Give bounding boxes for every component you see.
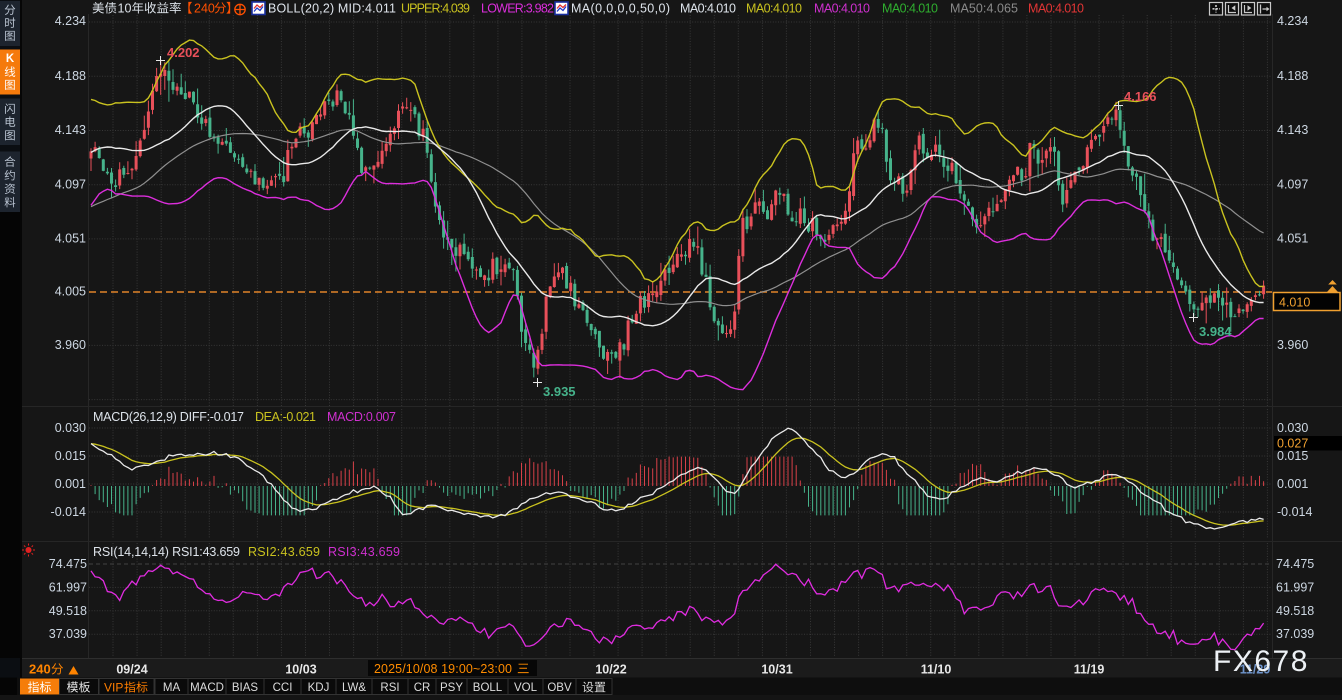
svg-text:KDJ: KDJ [308, 682, 330, 694]
svg-text:10/22: 10/22 [595, 663, 626, 677]
svg-text:4.143: 4.143 [55, 123, 86, 137]
svg-text:0.015: 0.015 [55, 449, 86, 463]
svg-text:RSI3:43.659: RSI3:43.659 [328, 545, 400, 559]
svg-text:MA0:4.010: MA0:4.010 [746, 2, 802, 16]
svg-text:2025/10/08 19:00~23:00: 2025/10/08 19:00~23:00 [374, 662, 512, 676]
svg-text:MACD:0.007: MACD:0.007 [327, 410, 396, 424]
svg-text:PSY: PSY [440, 682, 463, 694]
svg-text:LW&: LW& [342, 682, 366, 694]
svg-text:RSI2:43.659: RSI2:43.659 [248, 545, 320, 559]
svg-text:MA(0,0,0,0,50,0): MA(0,0,0,0,50,0) [571, 2, 670, 16]
svg-text:49.518: 49.518 [1276, 604, 1314, 618]
svg-text:MA0:4.010: MA0:4.010 [882, 2, 938, 16]
svg-text:K: K [6, 53, 15, 65]
svg-text:3.984: 3.984 [1199, 324, 1232, 339]
svg-text:MA50:4.065: MA50:4.065 [950, 2, 1018, 16]
svg-text:UPPER:4.039: UPPER:4.039 [401, 2, 470, 16]
svg-text:MA0:4.010: MA0:4.010 [680, 2, 736, 16]
svg-text:4.234: 4.234 [55, 14, 86, 28]
svg-text:11/19: 11/19 [1074, 663, 1105, 677]
svg-text:LOWER:3.982: LOWER:3.982 [481, 2, 554, 16]
svg-text:3.960: 3.960 [1277, 338, 1308, 352]
svg-text:10: 10 [118, 2, 132, 16]
svg-text:4.188: 4.188 [1277, 69, 1308, 83]
svg-text:VIP: VIP [104, 681, 123, 695]
svg-text:4.097: 4.097 [55, 177, 86, 191]
svg-text:240: 240 [29, 662, 51, 677]
svg-text:61.997: 61.997 [49, 580, 87, 594]
svg-text:BOLL(20,2) MID:4.011: BOLL(20,2) MID:4.011 [268, 2, 396, 16]
svg-text:4.051: 4.051 [1277, 232, 1308, 246]
svg-text:-0.014: -0.014 [51, 505, 86, 519]
svg-text:4.166: 4.166 [1124, 89, 1157, 104]
svg-text:3.935: 3.935 [543, 384, 576, 399]
svg-text:4.143: 4.143 [1277, 123, 1308, 137]
svg-text:0.030: 0.030 [1277, 421, 1308, 435]
svg-text:RSI: RSI [380, 682, 399, 694]
svg-text:240: 240 [194, 2, 215, 16]
svg-text:3.960: 3.960 [55, 338, 86, 352]
svg-text:DEA:-0.021: DEA:-0.021 [255, 410, 316, 424]
svg-text:4.234: 4.234 [1277, 14, 1308, 28]
svg-text:BIAS: BIAS [232, 682, 259, 694]
svg-text:0.015: 0.015 [1277, 449, 1308, 463]
svg-text:-0.014: -0.014 [1277, 505, 1312, 519]
svg-text:4.010: 4.010 [1279, 296, 1310, 310]
svg-text:0.001: 0.001 [1277, 477, 1308, 491]
svg-text:CCI: CCI [273, 682, 293, 694]
svg-text:37.039: 37.039 [49, 627, 87, 641]
svg-text:4.188: 4.188 [55, 69, 86, 83]
svg-text:4.097: 4.097 [1277, 177, 1308, 191]
svg-text:4.202: 4.202 [167, 45, 200, 60]
svg-text:10/03: 10/03 [285, 663, 316, 677]
svg-text:0.027: 0.027 [1277, 437, 1308, 451]
svg-text:MA0:4.010: MA0:4.010 [814, 2, 870, 16]
svg-text:FX678: FX678 [1213, 645, 1309, 678]
svg-text:MA: MA [163, 682, 181, 694]
svg-text:37.039: 37.039 [1276, 627, 1314, 641]
svg-text:VOL: VOL [514, 682, 538, 694]
svg-text:BOLL: BOLL [473, 682, 503, 694]
svg-text:MACD: MACD [190, 682, 224, 694]
svg-text:OBV: OBV [547, 682, 572, 694]
svg-text:CR: CR [414, 682, 431, 694]
svg-text:74.475: 74.475 [1276, 557, 1314, 571]
svg-text:MACD(26,12,9) DIFF:-0.017: MACD(26,12,9) DIFF:-0.017 [93, 410, 244, 424]
svg-text:11/10: 11/10 [921, 663, 952, 677]
svg-text:61.997: 61.997 [1276, 580, 1314, 594]
svg-text:MA0:4.010: MA0:4.010 [1028, 2, 1084, 16]
svg-text:10/31: 10/31 [761, 663, 792, 677]
svg-text:09/24: 09/24 [116, 663, 147, 677]
svg-text:4.051: 4.051 [55, 232, 86, 246]
svg-text:4.005: 4.005 [55, 284, 86, 298]
svg-text:0.030: 0.030 [55, 421, 86, 435]
svg-text:RSI(14,14,14) RSI1:43.659: RSI(14,14,14) RSI1:43.659 [93, 545, 240, 559]
svg-text:49.518: 49.518 [49, 604, 87, 618]
svg-text:74.475: 74.475 [49, 557, 87, 571]
svg-text:0.001: 0.001 [55, 477, 86, 491]
